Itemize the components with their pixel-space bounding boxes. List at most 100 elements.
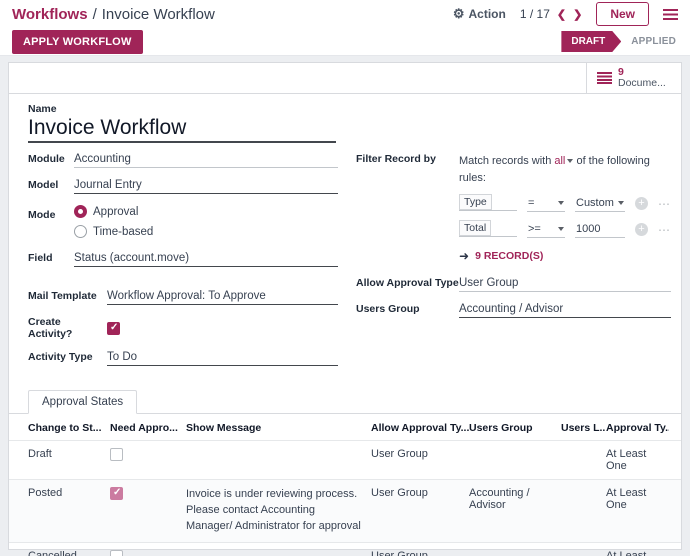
new-button[interactable]: New — [596, 2, 649, 26]
cell-change-to-state: Posted — [28, 480, 110, 542]
gear-icon: ⚙ — [453, 6, 465, 22]
users-group-input[interactable]: Accounting / Advisor — [459, 303, 671, 318]
mode-label: Mode — [28, 209, 74, 221]
cell-allow-approval-type: User Group — [371, 480, 469, 542]
rule-field-type[interactable]: Type — [459, 194, 492, 210]
domain-widget: Match records with all of the following … — [459, 153, 671, 263]
name-field-label: Name — [28, 103, 667, 115]
field-input[interactable]: Status (account.move) — [74, 252, 338, 267]
col-header-need-approval: Need Appro... — [110, 422, 186, 434]
activity-type-label: Activity Type — [28, 351, 107, 363]
cell-allow-approval-type: User Group — [371, 441, 469, 479]
breadcrumb: Workflows / Invoice Workflow — [12, 6, 215, 23]
table-row-posted[interactable]: Posted Invoice is under reviewing proces… — [9, 479, 681, 542]
domain-rule-row: Type = Custom + ⋯ — [459, 195, 671, 212]
module-input[interactable]: Accounting — [74, 153, 338, 168]
chevron-left-icon[interactable]: ❮ — [557, 8, 566, 21]
documents-label: Docume... — [618, 78, 666, 89]
add-rule-icon[interactable]: + — [635, 197, 648, 210]
approval-states-table-header: Change to St... Need Appro... Show Messa… — [9, 414, 681, 440]
caret-down-icon — [567, 159, 573, 163]
cell-approval-type: At Least One — [606, 441, 669, 479]
caret-down-icon — [558, 201, 564, 205]
action-menu-label: Action — [469, 7, 506, 21]
rule-options-icon[interactable]: ⋯ — [658, 223, 671, 237]
match-records-prefix: Match records with — [459, 155, 551, 167]
documents-icon — [597, 72, 612, 85]
users-group-label: Users Group — [356, 303, 459, 315]
form-sheet: 9 Docume... Name Invoice Workflow Module… — [8, 62, 682, 550]
add-rule-icon[interactable]: + — [635, 223, 648, 236]
col-header-approval-type: Approval Ty... — [606, 422, 669, 434]
col-header-show-message: Show Message — [186, 422, 371, 434]
activity-type-input[interactable]: To Do — [107, 351, 338, 366]
col-header-users-group: Users Group — [469, 422, 561, 434]
need-approval-checkbox[interactable] — [110, 448, 123, 461]
radio-time-based-icon — [74, 225, 87, 238]
radio-approval-icon — [74, 205, 87, 218]
table-row-draft[interactable]: Draft User Group At Least One — [9, 440, 681, 479]
col-header-change-to-state: Change to St... — [28, 422, 110, 434]
allow-approval-type-input[interactable]: User Group — [459, 277, 671, 292]
statusbar: DRAFT APPLIED — [561, 31, 678, 52]
name-input[interactable]: Invoice Workflow — [28, 116, 336, 143]
cell-users-list — [561, 480, 606, 542]
rule-operator-select[interactable]: >= — [527, 221, 565, 238]
tab-approval-states[interactable]: Approval States — [28, 390, 137, 414]
field-label: Field — [28, 252, 74, 264]
rule-field-total[interactable]: Total — [459, 220, 491, 236]
mode-option-time-based[interactable]: Time-based — [74, 225, 153, 238]
apply-workflow-button[interactable]: APPLY WORKFLOW — [12, 30, 143, 54]
notebook-tabs: Approval States — [9, 390, 681, 414]
rule-value-select[interactable]: Custom — [575, 195, 625, 212]
rule-options-icon[interactable]: ⋯ — [658, 197, 671, 211]
action-menu-button[interactable]: ⚙ Action — [453, 6, 506, 22]
model-label: Model — [28, 179, 74, 191]
cell-users-list — [561, 543, 606, 556]
cell-change-to-state: Draft — [28, 441, 110, 479]
model-input[interactable]: Journal Entry — [74, 179, 338, 194]
chevron-right-icon[interactable]: ❯ — [573, 8, 582, 21]
hamburger-menu-icon[interactable] — [663, 9, 678, 20]
cell-users-list — [561, 441, 606, 479]
table-row-cancelled[interactable]: Cancelled User Group At Least One — [9, 542, 681, 556]
pager-counter: 1 / 17 — [520, 7, 550, 21]
mail-template-input[interactable]: Workflow Approval: To Approve — [107, 290, 338, 305]
breadcrumb-record-title: Invoice Workflow — [102, 6, 215, 23]
documents-smart-button[interactable]: 9 Docume... — [586, 63, 681, 93]
record-count-text: 9 RECORD(S) — [475, 250, 543, 262]
record-count-link[interactable]: ➜ 9 RECORD(S) — [459, 249, 671, 263]
module-label: Module — [28, 153, 74, 165]
top-navbar: Workflows / Invoice Workflow ⚙ Action 1 … — [0, 0, 690, 28]
need-approval-checkbox[interactable] — [110, 550, 123, 556]
mode-radio-group: Approval Time-based — [74, 205, 153, 238]
control-panel: APPLY WORKFLOW DRAFT APPLIED — [0, 28, 690, 56]
caret-down-icon — [618, 201, 624, 205]
match-all-dropdown[interactable]: all — [554, 155, 573, 167]
cell-approval-type: At Least One — [606, 543, 669, 556]
cell-users-group — [469, 543, 561, 556]
arrow-right-icon: ➜ — [459, 249, 469, 263]
status-applied-badge[interactable]: APPLIED — [631, 36, 678, 47]
filter-record-by-label: Filter Record by — [356, 153, 459, 263]
mode-option-time-based-label: Time-based — [93, 226, 153, 238]
cell-show-message: Invoice is under reviewing process. Plea… — [186, 480, 371, 542]
create-activity-checkbox[interactable] — [107, 322, 120, 335]
cell-show-message — [186, 441, 371, 479]
create-activity-label: Create Activity? — [28, 316, 107, 340]
caret-down-icon — [558, 227, 564, 231]
cell-users-group — [469, 441, 561, 479]
rule-value-input[interactable]: 1000 — [575, 221, 625, 238]
status-draft-badge[interactable]: DRAFT — [561, 31, 621, 52]
domain-rule-row: Total >= 1000 + ⋯ — [459, 221, 671, 238]
need-approval-checkbox[interactable] — [110, 487, 123, 500]
cell-approval-type: At Least One — [606, 480, 669, 542]
allow-approval-type-label: Allow Approval Type — [356, 277, 459, 289]
breadcrumb-separator: / — [93, 6, 97, 23]
cell-change-to-state: Cancelled — [28, 543, 110, 556]
cell-show-message — [186, 543, 371, 556]
breadcrumb-workflows-link[interactable]: Workflows — [12, 6, 88, 23]
mode-option-approval[interactable]: Approval — [74, 205, 153, 218]
rule-operator-select[interactable]: = — [527, 195, 565, 212]
record-pager: 1 / 17 ❮ ❯ — [520, 7, 582, 21]
